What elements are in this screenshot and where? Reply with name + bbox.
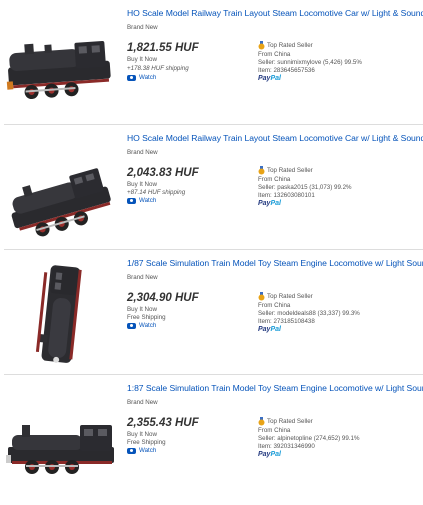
paypal-logo-pal: Pal	[270, 200, 281, 207]
paypal-logo-pal: Pal	[270, 75, 281, 82]
top-rated-label: Top Rated Seller	[267, 418, 313, 425]
shipping-cost: Free Shipping	[127, 314, 166, 321]
watch-button[interactable]: Watch	[127, 74, 156, 81]
condition-text: Brand New	[127, 274, 158, 281]
watch-label: Watch	[139, 447, 157, 454]
shipping-cost: +87.14 HUF shipping	[127, 189, 186, 196]
paypal-logo: PayPal	[258, 75, 281, 82]
paypal-logo-pay: Pay	[258, 326, 271, 333]
listing-item[interactable]: 1/87 Scale Simulation Train Model Toy St…	[0, 256, 423, 380]
locomotive-image[interactable]	[2, 145, 118, 245]
top-rated-label: Top Rated Seller	[267, 167, 313, 174]
top-rated-label: Top Rated Seller	[267, 293, 313, 300]
listing-title[interactable]: 1/87 Scale Simulation Train Model Toy St…	[127, 258, 423, 268]
paypal-logo-pal: Pal	[270, 451, 281, 458]
item-number: Item: 132603080101	[258, 192, 315, 199]
paypal-logo-pay: Pay	[258, 75, 271, 82]
paypal-logo: PayPal	[258, 326, 281, 333]
eye-icon	[127, 74, 136, 81]
listing-item[interactable]: HO Scale Model Railway Train Layout Stea…	[0, 131, 423, 255]
price: 2,304.90 HUF	[127, 292, 199, 304]
shipping-cost: Free Shipping	[127, 439, 166, 446]
watch-button[interactable]: Watch	[127, 447, 156, 454]
item-number: Item: 283645657536	[258, 67, 315, 74]
medal-icon	[258, 41, 265, 50]
price: 2,043.83 HUF	[127, 167, 199, 179]
eye-icon	[127, 322, 136, 329]
paypal-logo-pay: Pay	[258, 200, 271, 207]
item-origin: From China	[258, 176, 291, 183]
price: 1,821.55 HUF	[127, 42, 199, 54]
medal-icon	[258, 417, 265, 426]
watch-label: Watch	[139, 322, 157, 329]
seller-info: Seller: paska2015 (31,073) 99.2%	[258, 184, 352, 191]
top-rated-badge: Top Rated Seller	[258, 41, 313, 50]
paypal-logo-pay: Pay	[258, 451, 271, 458]
medal-icon	[258, 292, 265, 301]
watch-label: Watch	[139, 74, 157, 81]
watch-button[interactable]: Watch	[127, 322, 156, 329]
seller-info: Seller: alpinetopline (274,652) 99.1%	[258, 435, 360, 442]
item-number: Item: 392031346990	[258, 443, 315, 450]
item-origin: From China	[258, 427, 291, 434]
seller-info: Seller: modeldeals88 (33,337) 99.3%	[258, 310, 360, 317]
paypal-logo: PayPal	[258, 200, 281, 207]
item-origin: From China	[258, 302, 291, 309]
buy-format: Buy It Now	[127, 306, 157, 313]
top-rated-label: Top Rated Seller	[267, 42, 313, 49]
listing-title[interactable]: HO Scale Model Railway Train Layout Stea…	[127, 8, 423, 18]
locomotive-image[interactable]	[2, 389, 118, 489]
paypal-logo-pal: Pal	[270, 326, 281, 333]
price: 2,355.43 HUF	[127, 417, 199, 429]
watch-label: Watch	[139, 197, 157, 204]
listing-title[interactable]: HO Scale Model Railway Train Layout Stea…	[127, 133, 423, 143]
shipping-cost: +178.38 HUF shipping	[127, 65, 189, 72]
listing-title[interactable]: 1:87 Scale Simulation Train Model Toy St…	[127, 383, 423, 393]
eye-icon	[127, 197, 136, 204]
watch-button[interactable]: Watch	[127, 197, 156, 204]
eye-icon	[127, 447, 136, 454]
medal-icon	[258, 166, 265, 175]
seller-info: Seller: sunnimixmylove (5,426) 99.5%	[258, 59, 362, 66]
condition-text: Brand New	[127, 149, 158, 156]
listing-item[interactable]: HO Scale Model Railway Train Layout Stea…	[0, 6, 423, 130]
top-rated-badge: Top Rated Seller	[258, 417, 313, 426]
locomotive-image[interactable]	[2, 16, 118, 116]
paypal-logo: PayPal	[258, 451, 281, 458]
buy-format: Buy It Now	[127, 181, 157, 188]
top-rated-badge: Top Rated Seller	[258, 292, 313, 301]
locomotive-image[interactable]	[2, 264, 118, 364]
buy-format: Buy It Now	[127, 56, 157, 63]
buy-format: Buy It Now	[127, 431, 157, 438]
condition-text: Brand New	[127, 24, 158, 31]
top-rated-badge: Top Rated Seller	[258, 166, 313, 175]
condition-text: Brand New	[127, 399, 158, 406]
item-number: Item: 273185108438	[258, 318, 315, 325]
listing-item[interactable]: 1:87 Scale Simulation Train Model Toy St…	[0, 381, 423, 505]
item-origin: From China	[258, 51, 291, 58]
